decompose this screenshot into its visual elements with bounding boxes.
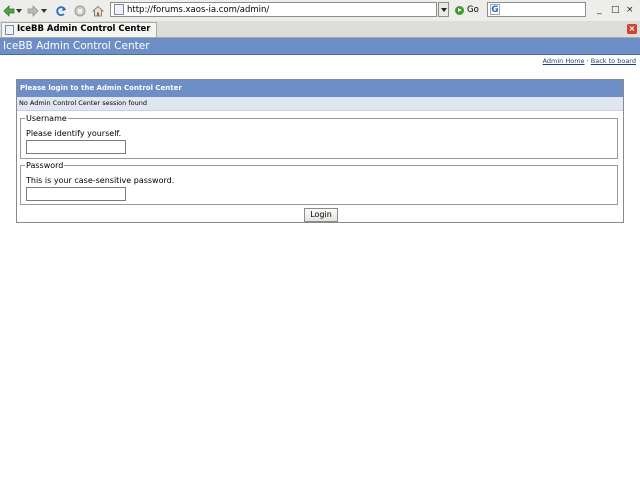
login-panel-title: Please login to the Admin Control Center [17,80,623,97]
close-window-button[interactable]: × [626,4,634,16]
tab-icebb-admin[interactable]: IceBB Admin Control Center [1,22,157,37]
tab-title: IceBB Admin Control Center [17,24,151,34]
go-button[interactable]: Go [455,3,479,17]
back-arrow-icon[interactable] [3,3,15,18]
username-legend: Username [26,114,67,123]
admin-home-link[interactable]: Admin Home [543,57,585,65]
password-input[interactable] [26,187,126,201]
forward-arrow-icon[interactable] [27,3,39,18]
forward-dropdown-icon[interactable] [41,3,47,18]
favicon-icon [114,4,124,15]
search-bar[interactable]: G [487,2,586,17]
session-message: No Admin Control Center session found [17,97,623,111]
top-links: Admin Home · Back to board [543,57,636,65]
go-icon [455,5,464,15]
tab-strip: IceBB Admin Control Center × [0,21,640,38]
login-panel: Please login to the Admin Control Center… [16,79,624,223]
tab-favicon-icon [5,25,14,35]
stop-icon[interactable] [74,3,86,18]
password-fieldset: Password This is your case-sensitive pas… [20,161,618,205]
link-separator: · [586,57,589,65]
url-input[interactable] [127,3,427,16]
minimize-button[interactable]: _ [597,4,602,16]
home-icon[interactable] [92,3,104,18]
url-history-dropdown-icon[interactable] [438,2,449,17]
search-engine-icon[interactable]: G [490,4,500,15]
reload-icon[interactable] [55,3,67,18]
restore-button[interactable]: □ [611,4,620,16]
username-fieldset: Username Please identify yourself. [20,114,618,159]
back-dropdown-icon[interactable] [16,3,22,18]
tab-close-icon[interactable]: × [627,24,637,34]
password-description: This is your case-sensitive password. [26,176,175,185]
password-legend: Password [26,161,64,170]
login-button[interactable]: Login [304,208,338,222]
go-label: Go [467,5,479,15]
search-input[interactable] [503,3,583,16]
url-bar[interactable] [110,2,437,17]
username-input[interactable] [26,140,126,154]
username-description: Please identify yourself. [26,129,122,138]
page-title: IceBB Admin Control Center [0,38,640,55]
browser-toolbar: Go G _ □ × [0,0,640,22]
back-to-board-link[interactable]: Back to board [591,57,636,65]
